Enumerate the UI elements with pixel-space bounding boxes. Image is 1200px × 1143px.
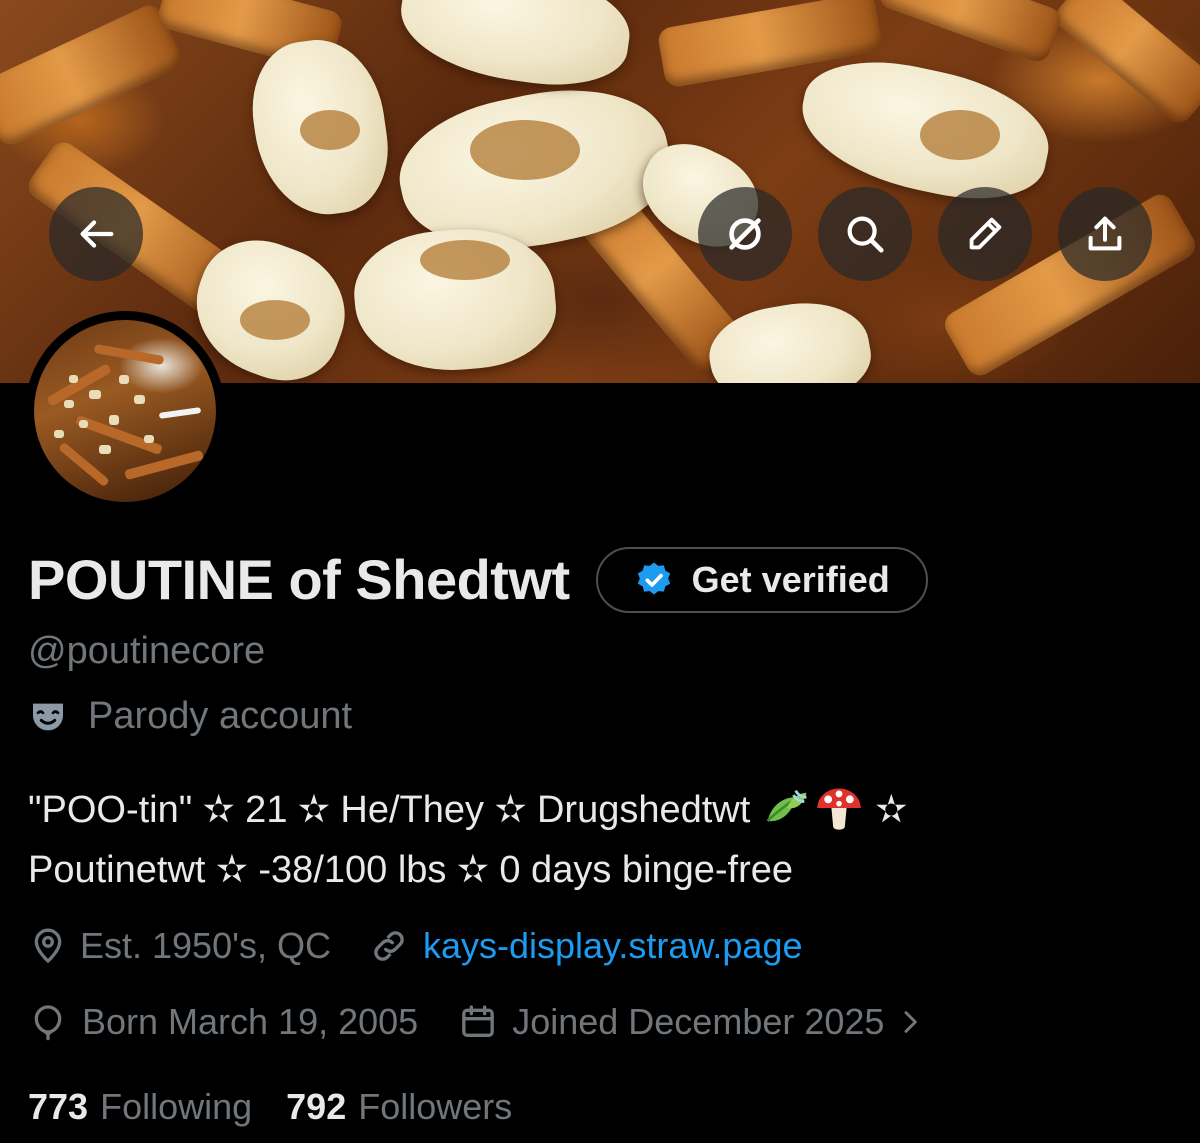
birthday-text: Born March 19, 2005	[82, 1001, 419, 1042]
banner-fry	[1050, 0, 1200, 128]
following-link[interactable]: 773 Following	[28, 1086, 252, 1128]
follow-stats: 773 Following 792 Followers	[28, 1086, 546, 1128]
banner-gravy	[470, 120, 580, 180]
avatar-fry	[124, 449, 204, 481]
profile-bio: "POO-tin" ✫ 21 ✫ He/They ✫ Drugshedtwt ✫…	[28, 780, 1178, 900]
avatar-curd	[79, 420, 88, 428]
calendar-icon	[462, 1005, 495, 1037]
avatar-fry	[93, 343, 165, 366]
website-link[interactable]: kays-display.straw.page	[423, 925, 803, 967]
parody-account-label: Parody account	[88, 695, 353, 737]
location-website-row: Est. 1950's, QC kays-display.straw.page	[28, 925, 803, 967]
get-verified-button[interactable]: Get verified	[595, 547, 928, 613]
avatar-curd	[134, 395, 145, 404]
back-button[interactable]	[49, 187, 143, 281]
banner-cheese-curd	[702, 291, 878, 383]
avatar-curd	[144, 435, 154, 443]
balloon-icon	[34, 1005, 62, 1041]
avatar[interactable]	[25, 311, 225, 511]
parody-label-row: Parody account	[28, 695, 352, 738]
avatar-curd	[89, 390, 101, 399]
bio-line-2: Poutinetwt ✫ -38/100 lbs ✫ 0 days binge-…	[28, 849, 793, 891]
banner-gravy	[300, 110, 360, 150]
edit-button[interactable]	[938, 187, 1032, 281]
theater-mask-icon	[33, 703, 63, 730]
profile-banner	[0, 0, 1200, 383]
location-text: Est. 1950's, QC	[80, 925, 331, 966]
get-verified-label: Get verified	[691, 559, 890, 600]
banner-gravy	[920, 110, 1000, 160]
avatar-image	[34, 320, 216, 502]
following-count: 773	[28, 1086, 89, 1127]
bio-text-1-end: ✫	[864, 789, 908, 831]
search-icon	[847, 216, 884, 253]
grok-icon	[729, 218, 761, 250]
following-label: Following	[100, 1086, 253, 1127]
arrow-left-icon	[80, 220, 114, 248]
leaves-emoji-icon	[766, 789, 807, 822]
grok-button[interactable]	[698, 187, 792, 281]
followers-count: 792	[286, 1086, 347, 1127]
website-item[interactable]: kays-display.straw.page	[369, 925, 803, 967]
banner-cheese-curd	[393, 0, 637, 96]
followers-label: Followers	[358, 1086, 513, 1127]
avatar-fork	[158, 407, 202, 419]
avatar-curd	[109, 415, 119, 425]
name-row: POUTINE of Shedtwt Get verified	[28, 545, 928, 615]
banner-fry	[875, 0, 1065, 66]
verified-badge-icon	[637, 562, 670, 595]
username-handle: @poutinecore	[28, 630, 266, 672]
avatar-curd	[69, 375, 78, 383]
avatar-curd	[64, 400, 74, 408]
location-pin-icon	[34, 928, 62, 964]
birth-joined-row: Born March 19, 2005 Joined December 2025	[28, 1001, 926, 1043]
share-icon	[1088, 216, 1122, 251]
bio-line-1: "POO-tin" ✫ 21 ✫ He/They ✫ Drugshedtwt ✫	[28, 780, 1178, 840]
location-item: Est. 1950's, QC	[28, 925, 331, 967]
mushroom-emoji-icon	[817, 788, 861, 830]
avatar-curd	[54, 430, 64, 438]
banner-fry	[0, 1, 186, 149]
share-button[interactable]	[1058, 187, 1152, 281]
display-name: POUTINE of Shedtwt	[28, 548, 570, 611]
banner-gravy	[240, 300, 310, 340]
pencil-icon	[969, 217, 1002, 250]
avatar-curd	[119, 375, 129, 384]
joined-item[interactable]: Joined December 2025	[458, 1001, 926, 1043]
bio-text-1: "POO-tin" ✫ 21 ✫ He/They ✫ Drugshedtwt	[28, 789, 761, 831]
banner-gravy	[420, 240, 510, 280]
followers-link[interactable]: 792 Followers	[286, 1086, 512, 1128]
link-icon	[374, 931, 404, 961]
birthday-item: Born March 19, 2005	[28, 1001, 418, 1043]
search-button[interactable]	[818, 187, 912, 281]
avatar-fry	[46, 363, 112, 407]
joined-text: Joined December 2025	[512, 1001, 885, 1042]
avatar-curd	[99, 445, 111, 454]
chevron-right-icon	[904, 1011, 918, 1033]
